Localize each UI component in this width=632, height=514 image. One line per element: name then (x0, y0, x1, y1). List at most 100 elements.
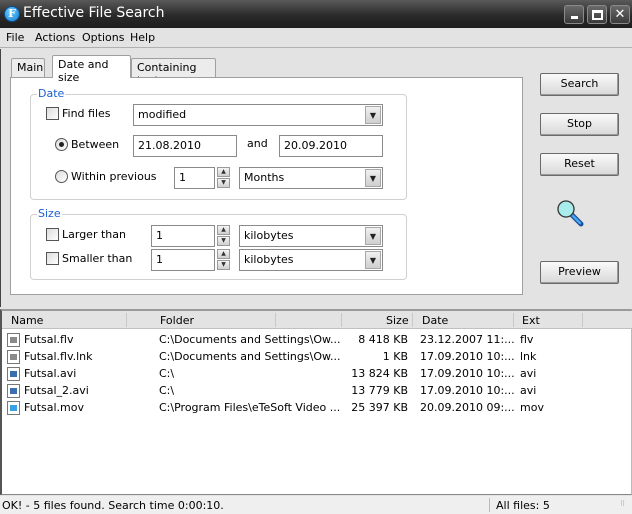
file-folder: C:\Documents and Settings\Ow... (159, 350, 341, 363)
column-divider[interactable] (126, 313, 127, 327)
smaller-than-label: Smaller than (62, 252, 133, 265)
menu-bar: File Actions Options Help (0, 28, 632, 48)
menu-help[interactable]: Help (130, 31, 155, 44)
column-divider[interactable] (412, 313, 413, 327)
column-header-size[interactable]: Size (386, 314, 409, 327)
and-label: and (247, 137, 268, 150)
within-previous-label: Within previous (71, 170, 157, 183)
quicktime-file-icon (7, 401, 20, 415)
close-button[interactable]: ✕ (610, 5, 630, 24)
column-divider[interactable] (275, 313, 276, 327)
smaller-than-checkbox[interactable] (46, 252, 59, 265)
minimize-icon (571, 16, 578, 19)
chevron-down-icon[interactable]: ▼ (365, 251, 381, 269)
date-mode-value: modified (138, 108, 187, 121)
larger-than-unit-select[interactable]: kilobytes ▼ (239, 225, 383, 247)
close-icon: ✕ (614, 7, 626, 22)
file-size: 1 KB (382, 350, 408, 363)
within-unit-select[interactable]: Months ▼ (239, 167, 383, 189)
menu-options[interactable]: Options (82, 31, 124, 44)
within-value-spinner[interactable]: ▲ ▼ (217, 167, 230, 189)
search-button[interactable]: Search (540, 73, 619, 96)
main-window: F Effective File Search ✕ File Actions O… (0, 0, 632, 514)
status-bar: OK! - 5 files found. Search time 0:00:10… (0, 496, 632, 514)
file-date: 17.09.2010 10:... (420, 350, 515, 363)
reset-button[interactable]: Reset (540, 153, 619, 176)
spin-down-icon[interactable]: ▼ (217, 236, 230, 246)
column-divider[interactable] (582, 313, 583, 327)
date-and-size-panel: Date Find files modified ▼ Between 21.08… (10, 77, 523, 295)
menu-actions[interactable]: Actions (35, 31, 75, 44)
within-value-input[interactable]: 1 (174, 167, 215, 189)
file-folder: C:\Documents and Settings\Ow... (159, 333, 341, 346)
file-folder: C:\ (159, 384, 175, 397)
file-name: Futsal.mov (24, 401, 84, 414)
file-folder: C:\ (159, 367, 175, 380)
larger-than-spinner[interactable]: ▲ ▼ (217, 225, 230, 247)
magnifier-icon (557, 200, 584, 227)
column-header-date[interactable]: Date (422, 314, 448, 327)
column-divider[interactable] (513, 313, 514, 327)
menu-file[interactable]: File (6, 31, 24, 44)
date-mode-select[interactable]: modified ▼ (133, 104, 383, 126)
stop-button[interactable]: Stop (540, 113, 619, 136)
size-group-label: Size (37, 207, 62, 220)
spin-up-icon[interactable]: ▲ (217, 225, 230, 235)
file-size: 13 824 KB (351, 367, 408, 380)
file-date: 17.09.2010 10:... (420, 384, 515, 397)
spin-up-icon[interactable]: ▲ (217, 167, 230, 177)
column-header-ext[interactable]: Ext (522, 314, 540, 327)
file-folder: C:\Program Files\eTeSoft Video ... (159, 401, 341, 414)
window-title: Effective File Search (23, 5, 165, 21)
within-unit-value: Months (244, 171, 285, 184)
spin-down-icon[interactable]: ▼ (217, 178, 230, 188)
spin-down-icon[interactable]: ▼ (217, 260, 230, 270)
larger-than-label: Larger than (62, 228, 126, 241)
find-files-checkbox[interactable] (46, 107, 59, 120)
maximize-button[interactable] (587, 5, 607, 24)
within-previous-radio[interactable] (55, 170, 68, 183)
minimize-button[interactable] (564, 5, 584, 24)
app-logo-icon: F (4, 6, 20, 22)
title-bar[interactable]: F Effective File Search ✕ (0, 0, 632, 28)
column-header-folder[interactable]: Folder (160, 314, 194, 327)
larger-than-input[interactable]: 1 (151, 225, 215, 247)
chevron-down-icon[interactable]: ▼ (365, 169, 381, 187)
smaller-than-spinner[interactable]: ▲ ▼ (217, 249, 230, 271)
find-files-label: Find files (62, 107, 111, 120)
date-from-input[interactable]: 21.08.2010 (133, 135, 237, 157)
chevron-down-icon[interactable]: ▼ (365, 227, 381, 245)
preview-button[interactable]: Preview (540, 261, 619, 284)
tab-date-and-size[interactable]: Date and size (52, 55, 131, 84)
date-group: Date Find files modified ▼ Between 21.08… (30, 87, 407, 200)
file-count: All files: 5 (496, 499, 550, 512)
shortcut-file-icon (7, 350, 20, 364)
file-name: Futsal.avi (24, 367, 77, 380)
date-to-input[interactable]: 20.09.2010 (279, 135, 383, 157)
table-row[interactable]: Futsal.avi C:\ 13 824 KB 17.09.2010 10:... a… (2, 366, 630, 383)
chevron-down-icon[interactable]: ▼ (365, 106, 381, 124)
smaller-than-input[interactable]: 1 (151, 249, 215, 271)
spin-up-icon[interactable]: ▲ (217, 249, 230, 259)
status-message: OK! - 5 files found. Search time 0:00:10… (2, 499, 224, 512)
table-row[interactable]: Futsal.mov C:\Program Files\eTeSoft Video… (2, 400, 630, 417)
file-date: 20.09.2010 09:... (420, 401, 515, 414)
column-divider[interactable] (341, 313, 342, 327)
larger-than-checkbox[interactable] (46, 228, 59, 241)
tab-main[interactable]: Main (11, 58, 45, 77)
smaller-than-unit-select[interactable]: kilobytes ▼ (239, 249, 383, 271)
file-ext: mov (520, 401, 544, 414)
video-file-icon (7, 367, 20, 381)
table-row[interactable]: Futsal.flv C:\Documents and Settings\Ow..… (2, 332, 630, 349)
file-name: Futsal.flv (24, 333, 74, 346)
tab-containing-text[interactable]: Containing text (131, 58, 216, 87)
file-ext: avi (520, 367, 537, 380)
table-row[interactable]: Futsal.flv.lnk C:\Documents and Settings\… (2, 349, 630, 366)
table-row[interactable]: Futsal_2.avi C:\ 13 779 KB 17.09.2010 10:..… (2, 383, 630, 400)
resize-grip-icon[interactable]: ⠿ (620, 501, 630, 512)
file-ext: lnk (520, 350, 537, 363)
between-radio[interactable] (55, 138, 68, 151)
status-divider (489, 498, 490, 512)
column-header-name[interactable]: Name (11, 314, 43, 327)
file-date: 23.12.2007 11:... (420, 333, 515, 346)
